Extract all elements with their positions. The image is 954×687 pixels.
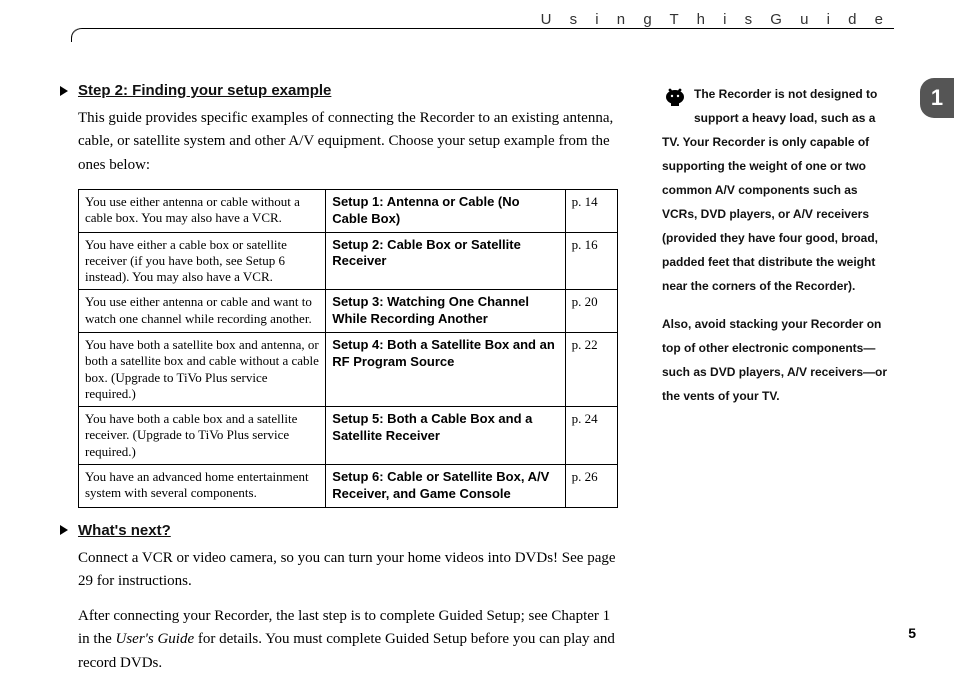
table-row: You use either antenna or cable and want… bbox=[79, 290, 618, 333]
setup-name: Setup 5: Both a Cable Box and a Satellit… bbox=[326, 407, 565, 465]
setup-table: You use either antenna or cable without … bbox=[78, 189, 618, 508]
table-row: You use either antenna or cable without … bbox=[79, 189, 618, 232]
chapter-tab: 1 bbox=[920, 78, 954, 118]
setup-name: Setup 1: Antenna or Cable (No Cable Box) bbox=[326, 189, 565, 232]
setup-name: Setup 6: Cable or Satellite Box, A/V Rec… bbox=[326, 464, 565, 507]
page-header-title: U s i n g T h i s G u i d e bbox=[531, 11, 890, 28]
setup-description: You have either a cable box or satellite… bbox=[79, 232, 326, 290]
table-row: You have either a cable box or satellite… bbox=[79, 232, 618, 290]
setup-description: You have both a cable box and a satellit… bbox=[79, 407, 326, 465]
sidebar-note: The Recorder is not designed to support … bbox=[662, 82, 890, 422]
section-2-paragraph-2: After connecting your Recorder, the last… bbox=[78, 605, 622, 675]
section-1-paragraph: This guide provides specific examples of… bbox=[78, 107, 622, 177]
setup-description: You use either antenna or cable and want… bbox=[79, 290, 326, 333]
setup-name: Setup 2: Cable Box or Satellite Receiver bbox=[326, 232, 565, 290]
p2-italic: User's Guide bbox=[116, 631, 195, 647]
setup-page: p. 24 bbox=[565, 407, 617, 465]
section-2-heading: What's next? bbox=[60, 522, 622, 539]
triangle-bullet-icon bbox=[60, 86, 68, 96]
table-row: You have both a satellite box and antenn… bbox=[79, 333, 618, 407]
setup-name: Setup 4: Both a Satellite Box and an RF … bbox=[326, 333, 565, 407]
setup-page: p. 16 bbox=[565, 232, 617, 290]
setup-description: You have both a satellite box and antenn… bbox=[79, 333, 326, 407]
table-row: You have both a cable box and a satellit… bbox=[79, 407, 618, 465]
chapter-number: 1 bbox=[931, 85, 943, 111]
section-1-heading: Step 2: Finding your setup example bbox=[60, 82, 622, 99]
triangle-bullet-icon bbox=[60, 525, 68, 535]
header-rule bbox=[72, 28, 894, 43]
setup-name: Setup 3: Watching One Channel While Reco… bbox=[326, 290, 565, 333]
setup-page: p. 22 bbox=[565, 333, 617, 407]
tivo-logo-icon bbox=[662, 82, 688, 108]
page-number: 5 bbox=[908, 625, 916, 641]
main-content: Step 2: Finding your setup example This … bbox=[60, 82, 622, 687]
table-row: You have an advanced home entertainment … bbox=[79, 464, 618, 507]
sidebar-paragraph-2: Also, avoid stacking your Recorder on to… bbox=[662, 312, 890, 408]
sidebar-paragraph-1: The Recorder is not designed to support … bbox=[662, 82, 890, 298]
setup-page: p. 14 bbox=[565, 189, 617, 232]
section-1-title: Step 2: Finding your setup example bbox=[78, 82, 331, 99]
setup-description: You use either antenna or cable without … bbox=[79, 189, 326, 232]
section-2-paragraph-1: Connect a VCR or video camera, so you ca… bbox=[78, 547, 622, 594]
setup-description: You have an advanced home entertainment … bbox=[79, 464, 326, 507]
section-2-title: What's next? bbox=[78, 522, 171, 539]
setup-page: p. 26 bbox=[565, 464, 617, 507]
setup-page: p. 20 bbox=[565, 290, 617, 333]
